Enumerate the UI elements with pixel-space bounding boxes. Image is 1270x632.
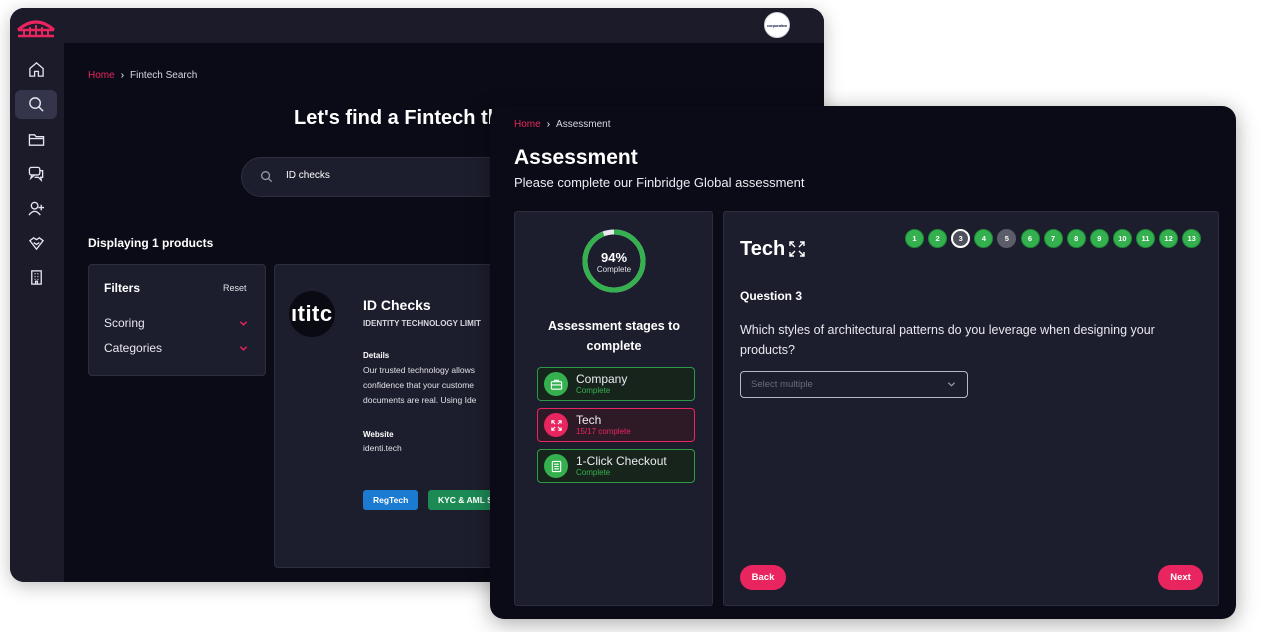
progress-label: Complete: [596, 265, 632, 274]
breadcrumb: Home › Assessment: [514, 119, 611, 130]
stage-name: Tech: [576, 413, 602, 427]
filters-panel: Filters Reset Scoring Categories: [88, 264, 266, 376]
folder-icon[interactable]: [15, 125, 57, 154]
filter-categories[interactable]: Categories: [104, 341, 162, 355]
breadcrumb-current: Fintech Search: [130, 70, 198, 81]
breadcrumb-home-link[interactable]: Home: [514, 119, 541, 130]
question-5-button[interactable]: 5: [997, 229, 1017, 248]
stage-company[interactable]: Company Complete: [537, 367, 695, 401]
expand-icon[interactable]: [788, 240, 806, 258]
select-placeholder: Select multiple: [751, 379, 813, 390]
product-name[interactable]: ID Checks: [363, 297, 431, 313]
filter-scoring[interactable]: Scoring: [104, 316, 145, 330]
chat-icon[interactable]: [15, 159, 57, 188]
sidebar: [10, 43, 64, 582]
breadcrumb-current: Assessment: [556, 119, 611, 130]
chevron-down-icon[interactable]: [239, 344, 248, 353]
home-icon[interactable]: [15, 55, 57, 84]
question-3-button[interactable]: 3: [951, 229, 971, 248]
details-line: Our trusted technology allows: [363, 365, 475, 375]
question-label: Question 3: [740, 289, 803, 303]
breadcrumb-separator: ›: [120, 70, 125, 81]
breadcrumb-separator: ›: [546, 119, 551, 130]
answer-select[interactable]: Select multiple: [740, 371, 968, 398]
list-icon: [544, 454, 568, 478]
stage-one-click-checkout[interactable]: 1-Click Checkout Complete: [537, 449, 695, 483]
tag-regtech[interactable]: RegTech: [363, 490, 419, 510]
question-1-button[interactable]: 1: [905, 229, 924, 248]
question-7-button[interactable]: 7: [1043, 229, 1063, 248]
breadcrumb-home-link[interactable]: Home: [88, 70, 115, 81]
product-logo: ıtitc: [289, 291, 335, 337]
stage-tech[interactable]: Tech 15/17 complete: [537, 408, 695, 442]
question-6-button[interactable]: 6: [1020, 229, 1040, 248]
website-link[interactable]: identi.tech: [363, 441, 402, 456]
page-title: Let's find a Fintech th: [294, 107, 500, 129]
chevron-down-icon: [947, 382, 956, 387]
question-10-button[interactable]: 10: [1112, 229, 1132, 248]
breadcrumb: Home › Fintech Search: [88, 70, 197, 81]
stage-name: Company: [576, 372, 628, 386]
question-8-button[interactable]: 8: [1066, 229, 1086, 248]
top-bar: corporation: [10, 8, 824, 43]
handshake-icon[interactable]: [15, 229, 57, 258]
building-icon[interactable]: [15, 263, 57, 292]
page-subtitle: Please complete our Finbridge Global ass…: [514, 175, 805, 190]
website-label: Website: [363, 430, 394, 439]
question-panel: Tech 1 2 3 4 5 6 7 8 9 10 11 12 13 Question 3 Which …: [723, 211, 1219, 606]
stages-title: Assessment stages to complete: [547, 319, 680, 353]
bridge-logo-icon: [17, 20, 55, 38]
progress-percent: 94%: [600, 250, 628, 265]
assessment-window: Home › Assessment Assessment Please comp…: [490, 106, 1236, 619]
question-9-button[interactable]: 9: [1089, 229, 1109, 248]
stage-status: Complete: [576, 468, 611, 477]
search-icon: [261, 171, 273, 183]
stages-panel: 94% Complete Assessment stages to comple…: [514, 211, 713, 606]
stage-name: 1-Click Checkout: [576, 454, 667, 468]
product-company: IDENTITY TECHNOLOGY LIMIT: [363, 319, 481, 328]
add-user-icon[interactable]: [15, 194, 57, 223]
briefcase-icon: [544, 372, 568, 396]
avatar[interactable]: corporation: [764, 12, 790, 38]
details-label: Details: [363, 351, 390, 360]
results-count: Displaying 1 products: [88, 236, 214, 250]
stage-status: 15/17 complete: [576, 427, 631, 436]
question-13-button[interactable]: 13: [1182, 229, 1202, 248]
back-button[interactable]: Back: [740, 565, 786, 590]
question-11-button[interactable]: 11: [1136, 229, 1155, 248]
details-line: confidence that your custome: [363, 380, 475, 390]
question-4-button[interactable]: 4: [974, 229, 994, 248]
expand-icon: [544, 413, 568, 437]
question-12-button[interactable]: 12: [1159, 229, 1179, 248]
next-button[interactable]: Next: [1158, 565, 1203, 590]
section-title: Tech: [740, 238, 786, 260]
reset-filters-button[interactable]: Reset: [223, 283, 247, 293]
chevron-down-icon[interactable]: [239, 319, 248, 328]
search-icon[interactable]: [15, 90, 57, 119]
stage-status: Complete: [576, 386, 611, 395]
question-2-button[interactable]: 2: [928, 229, 948, 248]
filters-title: Filters: [104, 281, 141, 295]
page-title: Assessment: [514, 146, 638, 169]
search-value: ID checks: [286, 170, 330, 181]
question-text: Which styles of architectural patterns d…: [740, 323, 1155, 357]
details-line: documents are real. Using Ide: [363, 395, 477, 405]
